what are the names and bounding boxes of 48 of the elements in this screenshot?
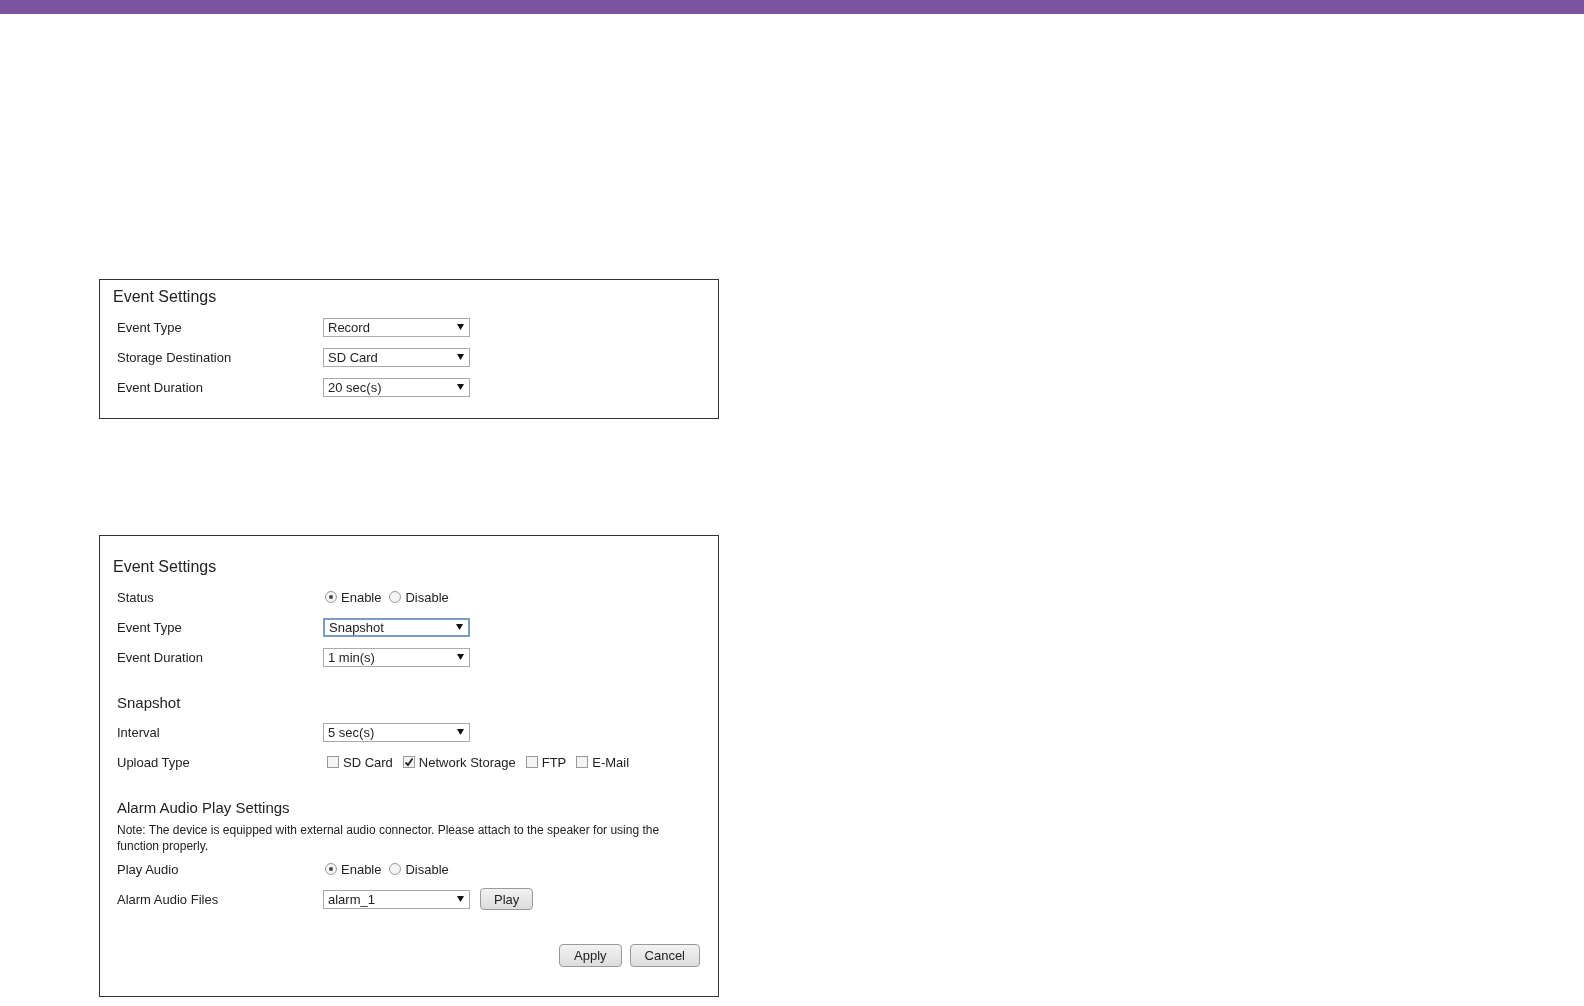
dropdown[interactable]: 5 sec(s) [323,722,470,742]
checkbox[interactable] [402,756,415,768]
field-label: Event Duration [117,379,204,395]
action-button[interactable]: Apply [559,944,622,967]
caret-icon [457,729,464,735]
dropdown[interactable]: 20 sec(s) [323,377,470,397]
option-label: Enable [341,589,382,605]
radio-button[interactable] [389,591,402,603]
radio-button[interactable] [325,863,337,875]
option-label: E-Mail [592,754,630,770]
field-label: Play Audio [117,861,180,877]
option-label: Disable [405,589,449,605]
checkbox[interactable] [327,756,339,768]
dropdown[interactable]: alarm_1 [323,889,470,909]
checkbox[interactable] [576,756,589,768]
dropdown[interactable]: Record [323,317,470,337]
option-label: Disable [405,861,449,877]
radio-button[interactable] [325,591,337,603]
panel-title: Event Settings [113,288,218,306]
field-label: Alarm Audio Files [117,891,220,907]
field-label: Status [117,589,155,605]
play-button[interactable]: Play [480,888,534,910]
caret-icon [457,896,464,902]
note-text: Note: The device is equipped with external audio connector. Please attach to the speaker for using the function properly. [116,822,661,854]
option-label: FTP [541,754,567,770]
field-label: Event Duration [117,649,204,665]
field-label: Storage Destination [117,349,233,365]
action-button[interactable]: Cancel [629,944,700,967]
section-heading: Snapshot [117,694,182,711]
option-label: Network Storage [418,754,516,770]
dropdown[interactable]: Snapshot [323,617,470,637]
section-heading: Alarm Audio Play Settings [117,799,291,816]
caret-icon [457,324,464,330]
caret-icon [457,354,464,360]
field-label: Event Type [117,319,183,335]
checkbox[interactable] [525,756,538,768]
caret-icon [457,384,464,390]
field-label: Event Type [117,619,183,635]
dropdown[interactable]: SD Card [323,347,470,367]
field-label: Interval [117,724,161,740]
field-label: Upload Type [117,754,191,770]
caret-icon [456,624,463,630]
option-label: Enable [341,861,382,877]
option-label: SD Card [343,754,393,770]
panel-title: Event Settings [113,558,218,576]
radio-button[interactable] [389,863,402,875]
dropdown[interactable]: 1 min(s) [323,647,470,667]
caret-icon [457,654,464,660]
